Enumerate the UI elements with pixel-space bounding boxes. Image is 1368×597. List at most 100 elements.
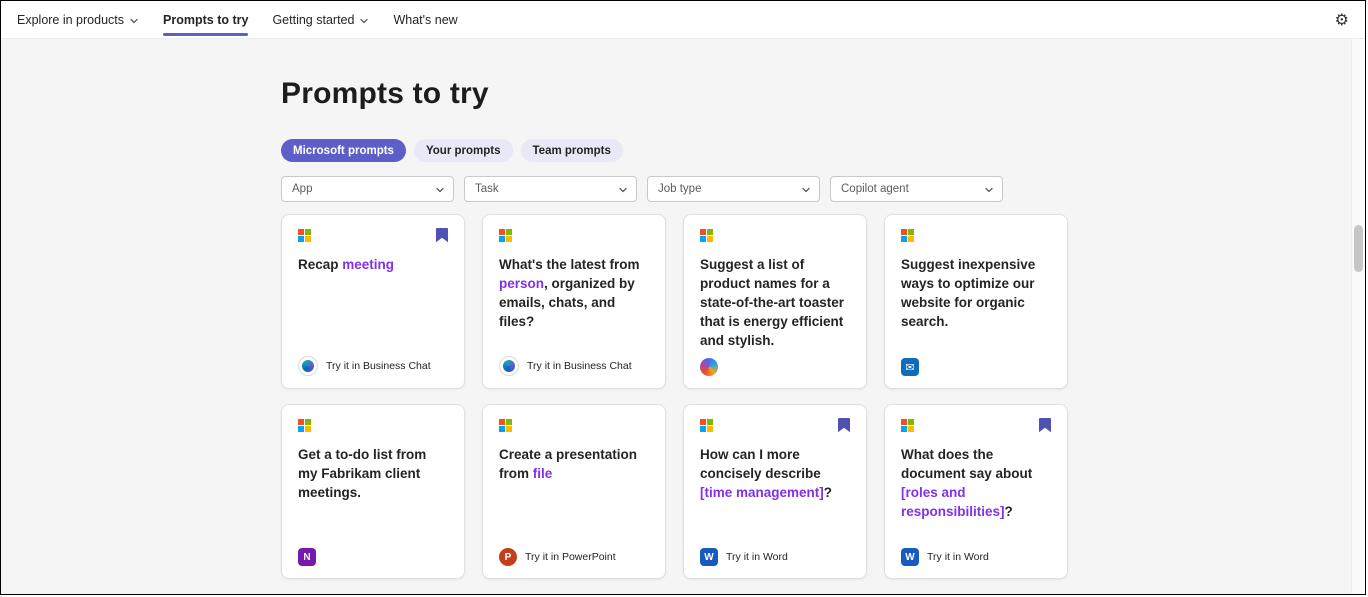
logo-square bbox=[298, 229, 304, 235]
card-footer: Try it in Business Chat bbox=[298, 356, 431, 376]
card-header bbox=[700, 229, 850, 244]
card-header bbox=[499, 229, 649, 244]
card-footer: N bbox=[298, 548, 316, 566]
word-icon: W bbox=[700, 548, 718, 566]
nav-item-prompts-to-try[interactable]: Prompts to try bbox=[163, 1, 248, 39]
prompt-card[interactable]: Suggest inexpensive ways to optimize our… bbox=[884, 214, 1068, 389]
tab-label: Team prompts bbox=[533, 145, 611, 157]
app-window: Explore in products Prompts to try Getting… bbox=[0, 0, 1366, 595]
card-text-highlight: [time management] bbox=[700, 485, 824, 500]
card-text-segment: Suggest a list of product names for a st… bbox=[700, 257, 844, 348]
bookmark-icon[interactable] bbox=[1039, 418, 1051, 433]
chevron-down-icon bbox=[359, 16, 369, 26]
tab-team-prompts[interactable]: Team prompts bbox=[521, 139, 623, 162]
logo-square bbox=[506, 236, 512, 242]
card-text: Get a to-do list from my Fabrikam client… bbox=[298, 445, 448, 502]
logo-square bbox=[707, 236, 713, 242]
card-text: Suggest a list of product names for a st… bbox=[700, 255, 850, 350]
dropdown-label: Job type bbox=[658, 183, 701, 195]
card-text-segment: How can I more concisely describe bbox=[700, 447, 821, 481]
card-text-segment: Create a presentation from bbox=[499, 447, 637, 481]
logo-square bbox=[901, 419, 907, 425]
dropdown-label: Copilot agent bbox=[841, 183, 909, 195]
card-footer-label: Try it in Business Chat bbox=[326, 360, 431, 372]
tab-label: Your prompts bbox=[426, 145, 501, 157]
card-text-highlight: person bbox=[499, 276, 544, 291]
logo-square bbox=[506, 229, 512, 235]
card-footer: WTry it in Word bbox=[901, 548, 989, 566]
prompt-card[interactable]: How can I more concisely describe [time … bbox=[683, 404, 867, 579]
copilot-icon bbox=[700, 358, 718, 376]
nav-item-explore-in-products[interactable]: Explore in products bbox=[17, 1, 139, 39]
bookmark-icon[interactable] bbox=[436, 228, 448, 243]
main-content: Prompts to try Microsoft prompts Your pro… bbox=[1, 39, 1365, 594]
card-text: How can I more concisely describe [time … bbox=[700, 445, 850, 502]
scrollbar-thumb[interactable] bbox=[1354, 225, 1363, 272]
top-nav: Explore in products Prompts to try Getting… bbox=[1, 1, 1365, 39]
chevron-down-icon bbox=[984, 185, 994, 195]
prompt-card[interactable]: Get a to-do list from my Fabrikam client… bbox=[281, 404, 465, 579]
card-text-segment: ? bbox=[824, 485, 832, 500]
logo-square bbox=[901, 236, 907, 242]
scrollbar[interactable] bbox=[1351, 39, 1365, 594]
card-text: Recap meeting bbox=[298, 255, 448, 274]
nav-item-label: Explore in products bbox=[17, 13, 124, 27]
prompt-cards-grid: Recap meeting Try it in Business Chat What… bbox=[281, 214, 1073, 594]
chevron-down-icon bbox=[618, 185, 628, 195]
bookmark-icon[interactable] bbox=[838, 418, 850, 433]
page-title: Prompts to try bbox=[281, 75, 1073, 113]
logo-square bbox=[499, 419, 505, 425]
onenote-icon: N bbox=[298, 548, 316, 566]
filter-dropdown-app[interactable]: App bbox=[281, 176, 454, 202]
microsoft-logo-icon bbox=[499, 229, 512, 242]
prompt-card[interactable]: What does the document say about [roles … bbox=[884, 404, 1068, 579]
card-text: Create a presentation from file bbox=[499, 445, 649, 483]
logo-square bbox=[499, 236, 505, 242]
microsoft-logo-icon bbox=[901, 229, 914, 242]
tab-your-prompts[interactable]: Your prompts bbox=[414, 139, 513, 162]
prompt-card[interactable]: Create a presentation from filePTry it i… bbox=[482, 404, 666, 579]
nav-item-label: Prompts to try bbox=[163, 13, 248, 27]
microsoft-logo-icon bbox=[700, 229, 713, 242]
prompt-card[interactable]: What's the latest from person, organized… bbox=[482, 214, 666, 389]
business-chat-swirl bbox=[302, 360, 314, 372]
card-text-segment: Recap bbox=[298, 257, 342, 272]
card-header bbox=[901, 229, 1051, 244]
card-text: What's the latest from person, organized… bbox=[499, 255, 649, 331]
card-header bbox=[499, 419, 649, 434]
card-footer: W Try it in Word bbox=[700, 548, 788, 566]
logo-square bbox=[908, 419, 914, 425]
dropdown-label: App bbox=[292, 183, 312, 195]
business-chat-icon bbox=[298, 356, 318, 376]
card-header bbox=[901, 419, 1051, 434]
logo-square bbox=[700, 419, 706, 425]
logo-square bbox=[901, 426, 907, 432]
tab-label: Microsoft prompts bbox=[293, 145, 394, 157]
card-footer: ✉ bbox=[901, 358, 919, 376]
logo-square bbox=[707, 229, 713, 235]
card-header bbox=[298, 229, 448, 244]
card-text: Suggest inexpensive ways to optimize our… bbox=[901, 255, 1051, 331]
settings-gear-icon[interactable]: ⚙ bbox=[1335, 12, 1349, 28]
card-footer-label: Try it in Word bbox=[726, 551, 788, 563]
microsoft-logo-icon bbox=[700, 419, 713, 432]
filter-dropdown-task[interactable]: Task bbox=[464, 176, 637, 202]
logo-square bbox=[305, 419, 311, 425]
card-text-segment: Suggest inexpensive ways to optimize our… bbox=[901, 257, 1035, 329]
logo-square bbox=[305, 236, 311, 242]
filter-dropdown-job-type[interactable]: Job type bbox=[647, 176, 820, 202]
prompt-card[interactable]: Suggest a list of product names for a st… bbox=[683, 214, 867, 389]
logo-square bbox=[700, 236, 706, 242]
card-text-segment: What does the document say about bbox=[901, 447, 1032, 481]
card-text-highlight: meeting bbox=[342, 257, 394, 272]
dropdown-label: Task bbox=[475, 183, 499, 195]
chevron-down-icon bbox=[129, 16, 139, 26]
tab-microsoft-prompts[interactable]: Microsoft prompts bbox=[281, 139, 406, 162]
filter-dropdown-copilot-agent[interactable]: Copilot agent bbox=[830, 176, 1003, 202]
prompt-card[interactable]: Recap meeting Try it in Business Chat bbox=[281, 214, 465, 389]
word-icon: W bbox=[901, 548, 919, 566]
card-text-highlight: file bbox=[533, 466, 553, 481]
nav-item-what-s-new[interactable]: What's new bbox=[393, 1, 457, 39]
logo-square bbox=[908, 236, 914, 242]
nav-item-getting-started[interactable]: Getting started bbox=[272, 1, 369, 39]
